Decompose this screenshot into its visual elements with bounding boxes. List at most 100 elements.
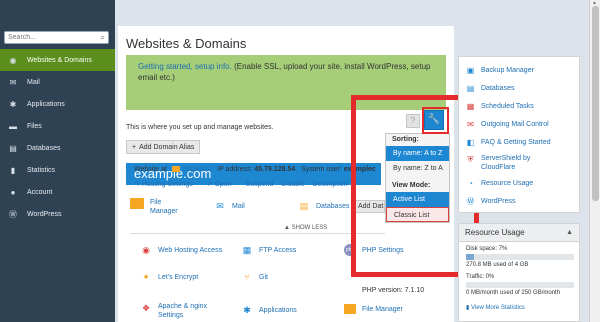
resource-usage-panel: Resource Usage ▲ Disk space: 7% 270.8 MB…	[458, 223, 580, 322]
scrollbar-thumb[interactable]	[592, 6, 599, 201]
description-link[interactable]: Description	[313, 181, 348, 188]
sidebar-item-applications[interactable]: ✱ Applications	[0, 93, 115, 115]
feature-git[interactable]: ⑂ Git	[241, 271, 268, 283]
page-title: Websites & Domains	[126, 36, 247, 51]
feature-ftp-access[interactable]: ▦ FTP Access	[241, 244, 296, 256]
left-sidebar: ⌕ ◉ Websites & Domains ✉ Mail ✱ Applicat…	[0, 0, 115, 322]
book-icon: ◧	[466, 138, 475, 147]
user-icon: ●	[10, 187, 16, 197]
help-icon: ?	[410, 116, 416, 125]
feature-php-settings[interactable]: php PHP Settings	[344, 244, 404, 256]
sort-a-to-z[interactable]: By name: A to Z	[386, 146, 449, 161]
disable-link[interactable]: Disable	[281, 181, 304, 188]
quick-link-wordpress[interactable]: Ⓦ WordPress	[465, 196, 516, 207]
getting-started-link[interactable]: Getting started, setup info.	[138, 62, 232, 71]
quick-link-resource-usage[interactable]: ◔ Resource Usage	[465, 178, 533, 189]
quick-link-databases[interactable]: ▤ Databases	[465, 83, 515, 94]
sort-view-dropdown: Sorting: By name: A to Z By name: Z to A…	[385, 133, 450, 223]
mail-icon: ✉	[467, 120, 474, 129]
tile-label: Databases	[316, 202, 350, 210]
apache-icon: ❖	[141, 302, 151, 313]
sidebar-item-account[interactable]: ● Account	[0, 181, 115, 203]
collapse-caret-icon[interactable]: ▲	[566, 224, 573, 242]
sidebar-item-files[interactable]: ▬ Files	[0, 115, 115, 137]
settings-wrench-button[interactable]: 🔧	[424, 110, 444, 130]
php-icon: php	[344, 244, 356, 256]
suspend-link[interactable]: Suspend	[246, 181, 274, 188]
open-link[interactable]: ↗ Open	[207, 181, 238, 188]
feature-apache-nginx-settings[interactable]: ❖ Apache & nginx Settings	[140, 302, 218, 320]
traffic-usage-bar	[466, 282, 574, 288]
php-version: PHP version: 7.1.10	[362, 287, 425, 294]
right-column: ▣ Backup Manager ▤ Databases ▦ Scheduled Ta…	[458, 56, 580, 322]
sort-z-to-a[interactable]: By name: Z to A	[386, 161, 449, 176]
tile-mail[interactable]: ✉ Mail	[214, 200, 245, 212]
search-input[interactable]	[5, 32, 93, 43]
view-classic-list[interactable]: Classic List	[386, 207, 449, 222]
domain-links: ✎ Hosting Settings ↗ Open Suspend Disabl…	[134, 180, 354, 188]
lock-icon: ✦	[142, 271, 150, 282]
sidebar-item-label: Statistics	[27, 166, 56, 174]
tile-label: File Manager	[150, 199, 178, 215]
disk-usage-bar	[466, 254, 574, 260]
quick-link-outgoing-mail-control[interactable]: ✉ Outgoing Mail Control	[465, 119, 549, 130]
sidebar-item-label: Websites & Domains	[27, 56, 92, 64]
quick-link-backup-manager[interactable]: ▣ Backup Manager	[465, 65, 534, 76]
page-scrollbar[interactable]: ▲	[589, 0, 600, 322]
search-box: ⌕	[4, 31, 109, 44]
add-domain-alias-button[interactable]: + Add Domain Alias	[126, 140, 201, 154]
chart-icon: ▮	[10, 165, 16, 175]
view-more-statistics-link[interactable]: ▮ View More Statistics	[466, 304, 525, 311]
tile-databases[interactable]: ▤ Databases	[298, 200, 350, 212]
resource-usage-header[interactable]: Resource Usage ▲	[459, 224, 579, 242]
folder-icon: ▬	[9, 121, 17, 131]
folder-icon	[344, 304, 356, 314]
globe-icon: ◉	[142, 244, 150, 255]
database-icon: ▤	[466, 84, 475, 93]
website-at-label: Website at	[134, 166, 167, 173]
quick-link-servershield[interactable]: ⛨ ServerShield by CloudFlare	[465, 154, 561, 172]
wordpress-icon: Ⓦ	[466, 197, 475, 206]
mail-icon: ✉	[216, 200, 224, 211]
sidebar-item-label: Applications	[27, 100, 65, 108]
mail-icon: ✉	[9, 77, 17, 87]
calendar-icon: ▦	[466, 102, 475, 111]
sidebar-nav: ◉ Websites & Domains ✉ Mail ✱ Applicatio…	[0, 49, 115, 225]
quick-link-faq[interactable]: ◧ FAQ & Getting Started	[465, 137, 551, 148]
sidebar-item-databases[interactable]: ▤ Databases	[0, 137, 115, 159]
help-button[interactable]: ?	[406, 114, 420, 128]
divider	[130, 233, 385, 234]
intro-text: This is where you set up and manage webs…	[126, 124, 274, 131]
sidebar-item-label: WordPress	[27, 210, 62, 218]
getting-started-banner: Getting started, setup info. (Enable SSL…	[126, 55, 446, 110]
database-icon: ▤	[299, 200, 309, 211]
hosting-settings-link[interactable]: ✎ Hosting Settings	[134, 181, 199, 188]
tile-label: Mail	[232, 202, 245, 210]
sidebar-item-mail[interactable]: ✉ Mail	[0, 71, 115, 93]
feature-lets-encrypt[interactable]: ✦ Let's Encrypt	[140, 271, 198, 283]
feature-web-hosting-access[interactable]: ◉ Web Hosting Access	[140, 244, 222, 256]
tile-file-manager[interactable]: File Manager	[130, 198, 184, 216]
gear-icon: ✱	[243, 304, 251, 315]
disk-space-label: Disk space: 7%	[466, 246, 508, 252]
view-active-list[interactable]: Active List	[386, 192, 449, 207]
feature-applications[interactable]: ✱ Applications	[241, 304, 297, 316]
folder-icon	[130, 198, 144, 209]
git-icon: ⑂	[244, 272, 250, 282]
sidebar-item-wordpress[interactable]: Ⓦ WordPress	[0, 203, 115, 225]
show-less-toggle[interactable]: ▲ SHOW LESS	[284, 225, 327, 231]
sidebar-item-label: Files	[27, 122, 42, 130]
add-domain-alias-label: Add Domain Alias	[139, 143, 195, 151]
wordpress-icon: Ⓦ	[9, 209, 17, 219]
domain-info-line: Website at httpdocs/ IP address: 45.79.1…	[134, 166, 376, 173]
sidebar-item-statistics[interactable]: ▮ Statistics	[0, 159, 115, 181]
search-icon[interactable]: ⌕	[101, 33, 105, 43]
globe-icon: ◉	[9, 55, 17, 65]
shield-icon: ⛨	[467, 154, 474, 164]
quick-link-scheduled-tasks[interactable]: ▦ Scheduled Tasks	[465, 101, 534, 112]
docroot-link[interactable]: httpdocs/	[183, 166, 211, 173]
add-database-button[interactable]: Add Dat	[353, 200, 385, 213]
sidebar-item-label: Databases	[27, 144, 61, 152]
sidebar-item-websites-domains[interactable]: ◉ Websites & Domains	[0, 49, 115, 71]
feature-file-manager[interactable]: File Manager	[344, 304, 403, 314]
